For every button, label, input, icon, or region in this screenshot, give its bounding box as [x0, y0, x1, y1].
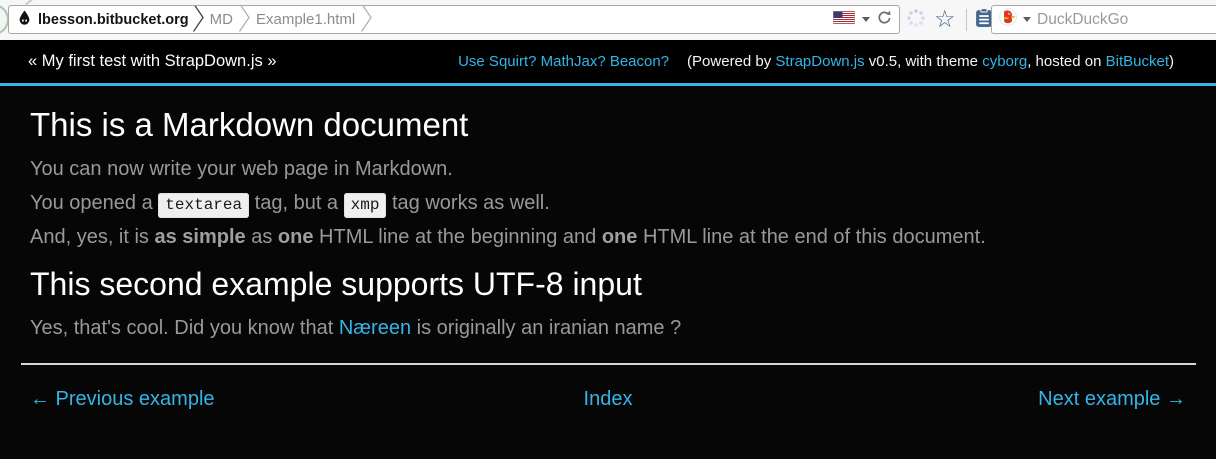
loading-spinner-icon [906, 8, 926, 33]
code-textarea: textarea [158, 193, 249, 218]
browser-toolbar: lbesson.bitbucket.org MD Example1.html [0, 0, 1216, 40]
text-part: is originally an iranian name ? [411, 317, 681, 339]
text-part: tag works as well. [386, 192, 549, 214]
document-body: This is a Markdown document You can now … [0, 86, 1216, 459]
drop-icon [17, 10, 32, 30]
powered-suffix: ) [1169, 53, 1174, 70]
powered-mid1: v0.5, with theme [865, 53, 983, 70]
text-part: HTML line at the end of this document. [637, 226, 985, 248]
search-bar[interactable] [991, 5, 1216, 34]
navbar-brand: « My first test with StrapDown.js » [28, 52, 277, 71]
powered-mid2: , hosted on [1027, 53, 1105, 70]
bold-one: one [602, 226, 638, 248]
index-link[interactable]: Index [584, 388, 633, 410]
bold-one: one [278, 226, 314, 248]
reload-icon[interactable] [877, 10, 892, 30]
next-example-link[interactable]: Next example → [1038, 388, 1186, 410]
pager-footer: ← Previous example Index Next example → [30, 388, 1186, 411]
text-part: You opened a [30, 192, 158, 214]
previous-example-link[interactable]: ← Previous example [30, 388, 215, 410]
breadcrumb-page[interactable]: Example1.html [250, 11, 361, 28]
bookmark-star-icon[interactable]: ☆ [934, 0, 956, 40]
theme-cyborg-link[interactable]: cyborg [982, 53, 1027, 70]
naereen-link[interactable]: Næreen [339, 317, 411, 339]
us-flag-icon[interactable] [833, 11, 855, 29]
chevron-right-icon [361, 5, 372, 34]
text-part: Yes, that's cool. Did you know that [30, 317, 339, 339]
paragraph-simple: And, yes, it is as simple as one HTML li… [30, 224, 1186, 250]
paragraph-intro: You can now write your web page in Markd… [30, 156, 1186, 182]
bookmarks-menu-icon[interactable] [975, 8, 993, 33]
text-part: tag, but a [249, 192, 344, 214]
paragraph-naereen: Yes, that's cool. Did you know that Nære… [30, 315, 1186, 341]
text-part: And, yes, it is [30, 226, 155, 248]
powered-by-text: (Powered by StrapDown.js v0.5, with them… [687, 53, 1174, 70]
text-part: HTML line at the beginning and [313, 226, 601, 248]
paragraph-tags: You opened a textarea tag, but a xmp tag… [30, 190, 1186, 216]
text-part: as [246, 226, 278, 248]
bold-as-simple: as simple [155, 226, 246, 248]
page-navbar: « My first test with StrapDown.js » Use … [0, 40, 1216, 86]
chevron-right-icon [239, 5, 250, 34]
navbar-links[interactable]: Use Squirt? MathJax? Beacon? [458, 53, 669, 70]
divider [21, 363, 1196, 365]
search-input[interactable] [1037, 11, 1209, 29]
search-engine-caret-icon[interactable] [1023, 17, 1031, 22]
code-xmp: xmp [344, 193, 387, 218]
powered-prefix: (Powered by [687, 53, 775, 70]
breadcrumb-site-segment[interactable]: lbesson.bitbucket.org [8, 5, 193, 34]
url-bar[interactable]: lbesson.bitbucket.org MD Example1.html [8, 5, 900, 34]
breadcrumb-domain[interactable]: lbesson.bitbucket.org [38, 12, 189, 28]
dropdown-caret-icon[interactable] [862, 17, 870, 22]
heading-utf8: This second example supports UTF-8 input [30, 266, 1186, 303]
heading-markdown-document: This is a Markdown document [30, 106, 1186, 144]
toolbar-separator [966, 9, 967, 31]
strapdown-link[interactable]: StrapDown.js [775, 53, 864, 70]
breadcrumb-folder[interactable]: MD [204, 11, 239, 28]
bitbucket-link[interactable]: BitBucket [1106, 53, 1169, 70]
duckduckgo-icon[interactable] [999, 8, 1017, 31]
chevron-right-icon [193, 5, 204, 34]
